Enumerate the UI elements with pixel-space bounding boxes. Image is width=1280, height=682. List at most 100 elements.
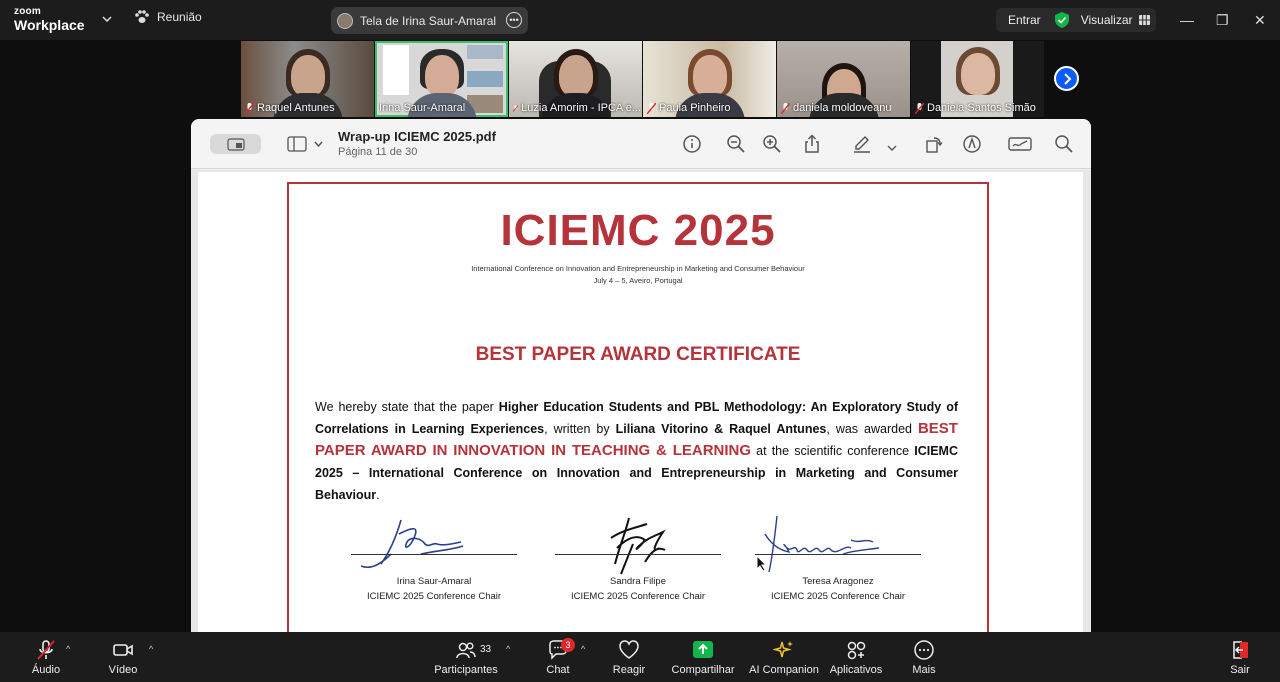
- share-icon[interactable]: [802, 134, 822, 154]
- minimize-button[interactable]: —: [1180, 12, 1194, 28]
- participant-name: daniela moldoveanu: [781, 102, 891, 114]
- participant-name: Paula Pinheiro: [647, 102, 731, 114]
- body-text: , was awarded: [826, 422, 918, 436]
- document-view[interactable]: ICIEMC 2025 International Conference on …: [191, 170, 1091, 632]
- participant-face: [559, 55, 593, 97]
- heart-icon: [619, 640, 639, 659]
- chat-options-caret[interactable]: ^: [581, 644, 585, 654]
- apps-icon: [847, 641, 866, 660]
- signatory-name: Irina Saur-Amaral: [396, 576, 472, 587]
- body-text: .: [376, 488, 380, 502]
- meeting-info[interactable]: Reunião: [134, 10, 202, 24]
- page-indicator: Página 11 de 30: [338, 146, 418, 158]
- video-strip: Raquel Antunes . Irina Saur-Amaral Luzia…: [241, 41, 1044, 117]
- pdf-viewer-window: Wrap-up ICIEMC 2025.pdf Página 11 de 30 …: [191, 119, 1091, 632]
- markup-pen-icon[interactable]: [852, 134, 872, 154]
- signatory-role: ICIEMC 2025 Conference Chair: [366, 591, 502, 602]
- conference-name: International Conference on Innovation a…: [471, 264, 805, 273]
- participant-name-text: Irina Saur-Amaral: [379, 102, 466, 114]
- leave-label: Sair: [1230, 664, 1250, 676]
- video-tile[interactable]: Luzia Amorim - IPCA e...: [509, 41, 642, 117]
- ai-label: AI Companion: [749, 664, 819, 676]
- view-button[interactable]: Visualizar: [1081, 13, 1133, 27]
- more-button[interactable]: Mais: [908, 632, 940, 682]
- chat-unread-badge: 3: [561, 638, 575, 652]
- video-tile[interactable]: Daniela Santos Simão: [911, 41, 1044, 117]
- video-options-caret[interactable]: ^: [149, 644, 153, 654]
- paper-authors: Liliana Vitorino & Raquel Antunes: [615, 422, 827, 436]
- video-tile[interactable]: Paula Pinheiro: [643, 41, 776, 117]
- sidebar-toggle-button[interactable]: [210, 134, 261, 154]
- certificate: ICIEMC 2025 International Conference on …: [287, 182, 989, 632]
- participants-button[interactable]: Participantes: [434, 632, 498, 682]
- info-icon[interactable]: [682, 134, 702, 154]
- mic-muted-icon: [915, 102, 924, 114]
- participants-options-caret[interactable]: ^: [506, 644, 510, 654]
- audio-options-caret[interactable]: ^: [66, 644, 70, 654]
- signatory-name: Teresa Aragonez: [802, 576, 874, 587]
- participant-name-text: Raquel Antunes: [257, 102, 335, 114]
- react-button[interactable]: Reagir: [610, 632, 648, 682]
- mouse-cursor-icon: [756, 555, 768, 572]
- next-page-button[interactable]: [1054, 66, 1079, 91]
- sparkle-icon: [773, 641, 793, 658]
- top-bar: zoom Workplace Reunião Tela de Irina Sau…: [0, 0, 1280, 40]
- signatory-role: ICIEMC 2025 Conference Chair: [570, 591, 706, 602]
- chevron-down-icon[interactable]: [314, 140, 323, 148]
- document-title: Wrap-up ICIEMC 2025.pdf: [338, 129, 496, 144]
- zoom-window: zoom Workplace Reunião Tela de Irina Sau…: [0, 0, 1280, 682]
- grid-view-icon[interactable]: [1138, 15, 1150, 25]
- close-button[interactable]: ✕: [1254, 12, 1266, 29]
- video-tile[interactable]: . Irina Saur-Amaral: [375, 41, 508, 117]
- award-heading: BEST PAPER AWARD CERTIFICATE: [475, 344, 801, 365]
- mic-muted-icon: [647, 102, 656, 114]
- zoom-in-icon[interactable]: [762, 134, 782, 154]
- chevron-right-icon: [1063, 72, 1071, 85]
- search-icon[interactable]: [1054, 134, 1074, 154]
- chat-label: Chat: [546, 664, 570, 676]
- restore-button[interactable]: ❐: [1216, 12, 1229, 29]
- audio-button[interactable]: Áudio: [28, 632, 64, 682]
- more-label: Mais: [912, 664, 936, 676]
- signature-line: [351, 554, 517, 555]
- react-label: Reagir: [612, 664, 646, 676]
- ai-companion-button[interactable]: AI Companion: [748, 632, 820, 682]
- screen-share-pill[interactable]: Tela de Irina Saur-Amaral •••: [331, 7, 528, 34]
- sign-in-button[interactable]: Entrar: [1008, 13, 1041, 27]
- participant-name-text: Daniela Santos Simão: [927, 102, 1036, 114]
- zoom-logo: zoom Workplace: [14, 6, 85, 33]
- apps-button[interactable]: Aplicativos: [828, 632, 884, 682]
- mic-muted-icon: [513, 104, 519, 112]
- video-button[interactable]: Vídeo: [104, 632, 142, 682]
- chevron-down-icon[interactable]: [887, 140, 897, 151]
- top-right-group: Entrar Visualizar: [996, 8, 1156, 32]
- leave-icon: [1233, 641, 1248, 659]
- more-options-icon[interactable]: •••: [506, 12, 522, 28]
- logo-zoom-text: zoom: [14, 6, 41, 17]
- participant-face: [291, 55, 325, 97]
- signature-icon[interactable]: [1008, 134, 1032, 154]
- leave-button[interactable]: Sair: [1224, 632, 1256, 682]
- share-screen-icon: [693, 641, 713, 658]
- participants-count: 33: [480, 644, 492, 655]
- background-photo: [467, 71, 503, 87]
- zoom-out-icon[interactable]: [726, 134, 746, 154]
- video-label: Vídeo: [108, 664, 138, 676]
- chevron-down-icon[interactable]: [102, 14, 112, 24]
- certificate-body: We hereby state that the paper Higher Ed…: [315, 396, 958, 506]
- apps-label: Aplicativos: [829, 664, 883, 676]
- highlight-icon[interactable]: [962, 134, 982, 154]
- shield-check-icon[interactable]: [1054, 12, 1069, 28]
- mic-muted-icon: [245, 102, 254, 114]
- video-tile[interactable]: Raquel Antunes: [241, 41, 374, 117]
- body-text: We hereby state that the paper: [315, 400, 499, 414]
- share-screen-button[interactable]: Compartilhar: [670, 632, 736, 682]
- meeting-controls: Áudio ^ Vídeo ^ Participantes 33 ^ Chat …: [0, 632, 1280, 682]
- body-text: at the scientific conference: [751, 444, 915, 458]
- participant-name-text: Luzia Amorim - IPCA e...: [521, 102, 641, 114]
- audio-label: Áudio: [31, 664, 61, 676]
- signature-image: [360, 519, 464, 569]
- video-tile[interactable]: daniela moldoveanu: [777, 41, 910, 117]
- sidebar-layout-icon[interactable]: [287, 136, 307, 152]
- rotate-icon[interactable]: [924, 134, 944, 154]
